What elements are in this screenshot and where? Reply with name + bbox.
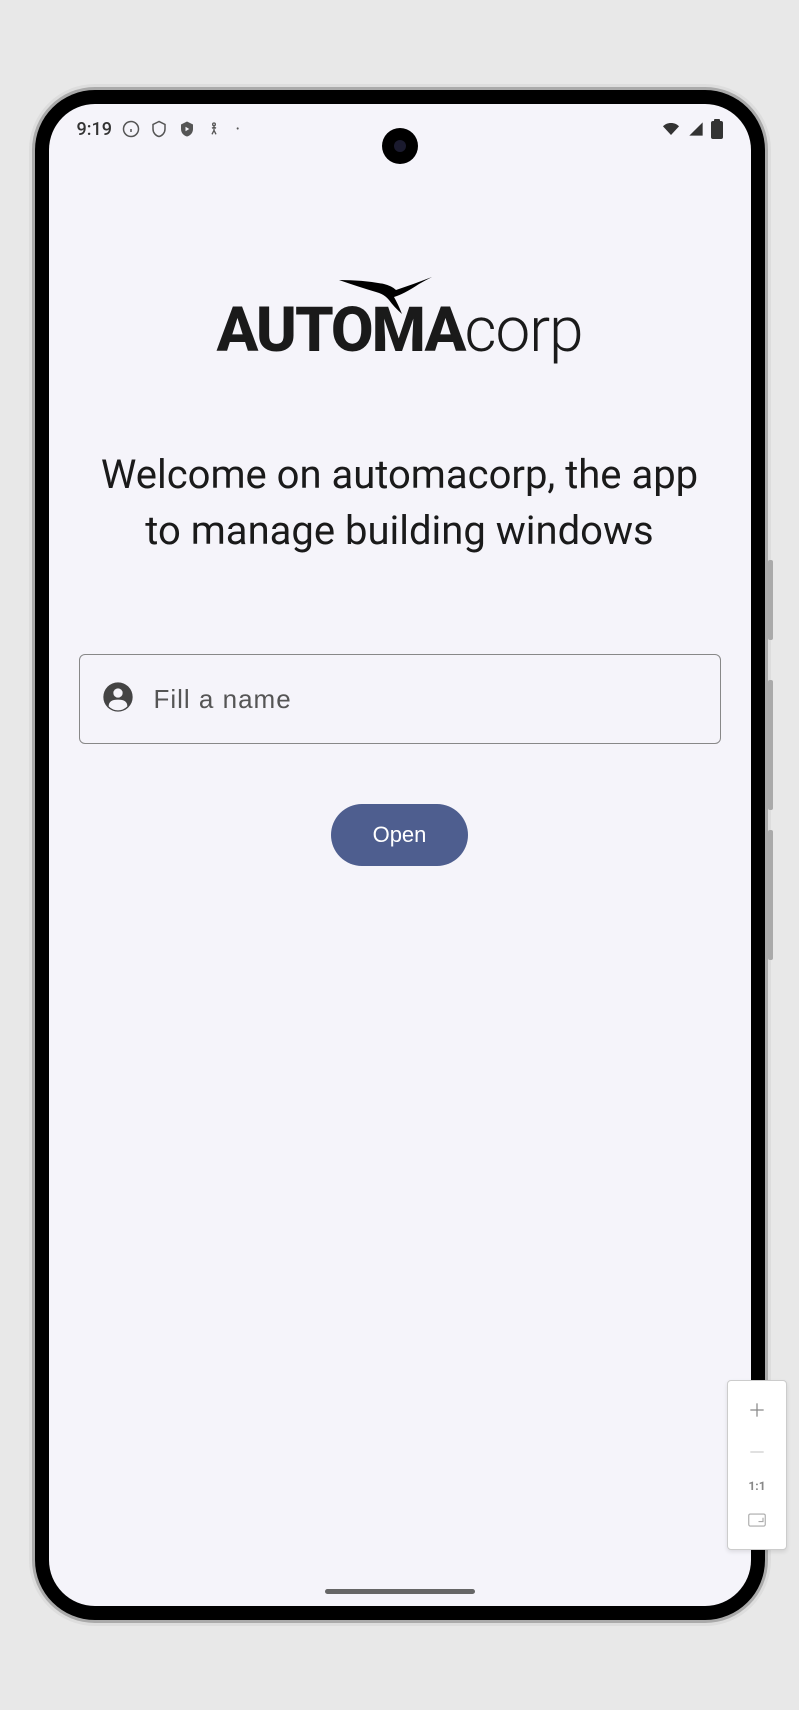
wellbeing-icon (206, 120, 222, 138)
screen: 9:19 • (49, 104, 751, 1606)
volume-up-button[interactable] (768, 680, 773, 810)
status-time: 9:19 (77, 119, 112, 140)
zoom-ratio-label[interactable]: 1:1 (748, 1479, 765, 1493)
name-input[interactable] (154, 684, 698, 715)
app-logo: AUTOMAcorp (217, 294, 583, 367)
volume-down-button[interactable] (768, 830, 773, 960)
logo-text-light: corp (464, 294, 582, 367)
open-button[interactable]: Open (331, 804, 469, 866)
person-icon (102, 681, 134, 717)
info-icon (122, 120, 140, 138)
signal-icon (687, 121, 705, 137)
bird-icon (334, 272, 434, 326)
camera-punch-hole (382, 128, 418, 164)
dot-icon: • (236, 124, 239, 135)
gesture-nav-bar[interactable] (325, 1589, 475, 1594)
battery-icon (711, 119, 723, 139)
zoom-fit-button[interactable] (728, 1499, 786, 1541)
device-frame: 9:19 • (35, 90, 765, 1620)
shield-play-icon (178, 120, 196, 138)
welcome-heading: Welcome on automacorp, the app to manage… (79, 447, 721, 559)
wifi-icon (661, 121, 681, 137)
shield-outline-icon (150, 120, 168, 138)
main-content: AUTOMAcorp Welcome on automacorp, the ap… (49, 154, 751, 866)
zoom-out-button[interactable] (728, 1431, 786, 1473)
name-field-container[interactable] (79, 654, 721, 744)
power-button[interactable] (768, 560, 773, 640)
zoom-panel: 1:1 (727, 1380, 787, 1550)
zoom-in-button[interactable] (728, 1389, 786, 1431)
